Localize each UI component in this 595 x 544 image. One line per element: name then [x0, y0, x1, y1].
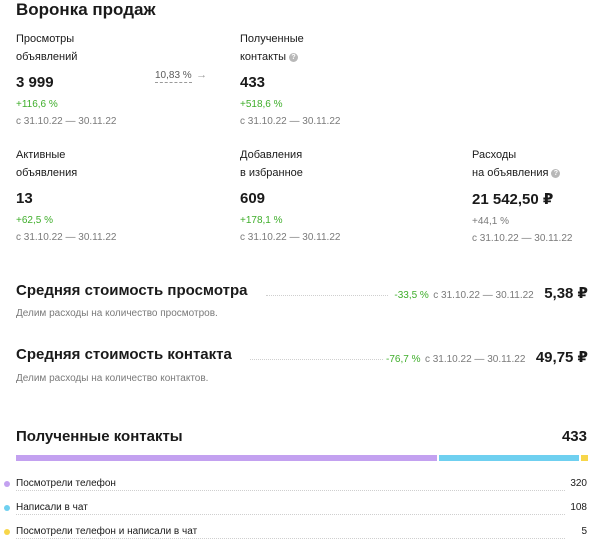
legend-label: Посмотрели телефон и написали в чат [16, 526, 198, 537]
active-label: Активные объявления [16, 146, 176, 182]
spend-label-line2: на объявления [472, 167, 549, 179]
legend-value: 320 [570, 478, 587, 489]
conversion-value: 10,83 % [155, 70, 192, 83]
bar-segment [16, 455, 437, 461]
list-item: Посмотрели телефон 320 [0, 476, 595, 496]
active-change: +62,5 % [16, 215, 53, 226]
views-value: 3 999 [16, 74, 54, 91]
help-icon[interactable]: ? [289, 53, 299, 62]
views-label-line2: объявлений [16, 51, 78, 63]
legend-label: Написали в чат [16, 502, 88, 513]
contacts-label-line1: Полученные [240, 33, 304, 45]
contacts-label-line2: контакты [240, 51, 287, 63]
avg-view-stats: -33,5 % с 31.10.22 — 30.11.22 5,38 ₽ [394, 284, 588, 303]
favorites-change: +178,1 % [240, 215, 283, 226]
avg-view-period: с 31.10.22 — 30.11.22 [433, 290, 534, 301]
legend-dot [4, 529, 10, 535]
funnel-title: Воронка продаж [16, 0, 156, 19]
contacts-label-line2-row: контакты? [240, 48, 400, 66]
active-label-line1: Активные [16, 149, 66, 161]
avg-contact-stats: -76,7 % с 31.10.22 — 30.11.22 49,75 ₽ [386, 348, 588, 367]
views-label-line1: Просмотры [16, 33, 75, 45]
views-label: Просмотры объявлений [16, 30, 156, 66]
avg-view-row: Средняя стоимость просмотра -33,5 % с 31… [16, 282, 588, 302]
spend-label-line2-row: на объявления? [472, 164, 592, 182]
conversion-rate: 10,83 % → [155, 65, 207, 83]
avg-contact-period: с 31.10.22 — 30.11.22 [424, 354, 526, 365]
favorites-period: с 31.10.22 — 30.11.22 [240, 232, 341, 243]
spend-value: 21 542,50 ₽ [472, 191, 554, 208]
avg-view-value: 5,38 ₽ [544, 285, 588, 302]
arrow-right-icon: → [196, 69, 208, 81]
views-block: Просмотры объявлений 3 999 +116,6 % с 31… [16, 30, 156, 127]
contacts-label: Полученные контакты? [240, 30, 400, 66]
legend-value: 5 [581, 526, 587, 537]
legend-leader [16, 490, 565, 491]
avg-view-change: -33,5 % [394, 290, 429, 301]
help-icon[interactable]: ? [551, 169, 561, 178]
bar-segment [581, 455, 588, 461]
received-total: 433 [561, 428, 587, 445]
favorites-block: Добавления в избранное 609 +178,1 % с 31… [240, 146, 400, 243]
legend-dot [4, 505, 10, 511]
contacts-value: 433 [240, 74, 266, 91]
views-change: +116,6 % [16, 99, 58, 110]
favorites-label-line2: в избранное [240, 167, 303, 179]
contacts-block: Полученные контакты? 433 +518,6 % с 31.1… [240, 30, 400, 127]
received-title: Полученные контакты [16, 428, 183, 445]
bar-segment [438, 455, 580, 461]
favorites-value: 609 [240, 190, 266, 207]
spend-period: с 31.10.22 — 30.11.22 [472, 233, 573, 244]
active-label-line2: объявления [16, 167, 78, 179]
spend-block: Расходы на объявления? 21 542,50 ₽ +44,1… [472, 146, 592, 244]
avg-view-leader [266, 295, 388, 296]
favorites-label: Добавления в избранное [240, 146, 400, 182]
contacts-breakdown-bar [16, 455, 588, 461]
spend-label-line1: Расходы [472, 149, 517, 161]
avg-contact-row: Средняя стоимость контакта -76,7 % с 31.… [16, 346, 588, 366]
active-value: 13 [16, 190, 33, 207]
legend-dot [4, 481, 10, 487]
active-block: Активные объявления 13 +62,5 % с 31.10.2… [16, 146, 176, 243]
avg-contact-title: Средняя стоимость контакта [16, 346, 232, 363]
avg-contact-leader [250, 359, 383, 360]
views-period: с 31.10.22 — 30.11.22 [16, 116, 117, 127]
avg-view-subtitle: Делим расходы на количество просмотров. [16, 308, 218, 319]
legend-leader [16, 514, 565, 515]
spend-label: Расходы на объявления? [472, 146, 592, 182]
contacts-change: +518,6 % [240, 99, 283, 110]
legend-label: Посмотрели телефон [16, 478, 116, 489]
avg-view-title: Средняя стоимость просмотра [16, 282, 248, 299]
legend-value: 108 [570, 502, 587, 513]
avg-contact-subtitle: Делим расходы на количество контактов. [16, 373, 209, 384]
spend-change: +44,1 % [472, 216, 509, 227]
avg-contact-change: -76,7 % [386, 354, 421, 365]
avg-contact-value: 49,75 ₽ [535, 349, 588, 366]
contacts-period: с 31.10.22 — 30.11.22 [240, 116, 341, 127]
active-period: с 31.10.22 — 30.11.22 [16, 232, 117, 243]
list-item: Посмотрели телефон и написали в чат 5 [0, 524, 595, 544]
favorites-label-line1: Добавления [240, 149, 303, 161]
legend-leader [16, 538, 565, 539]
list-item: Написали в чат 108 [0, 500, 595, 520]
